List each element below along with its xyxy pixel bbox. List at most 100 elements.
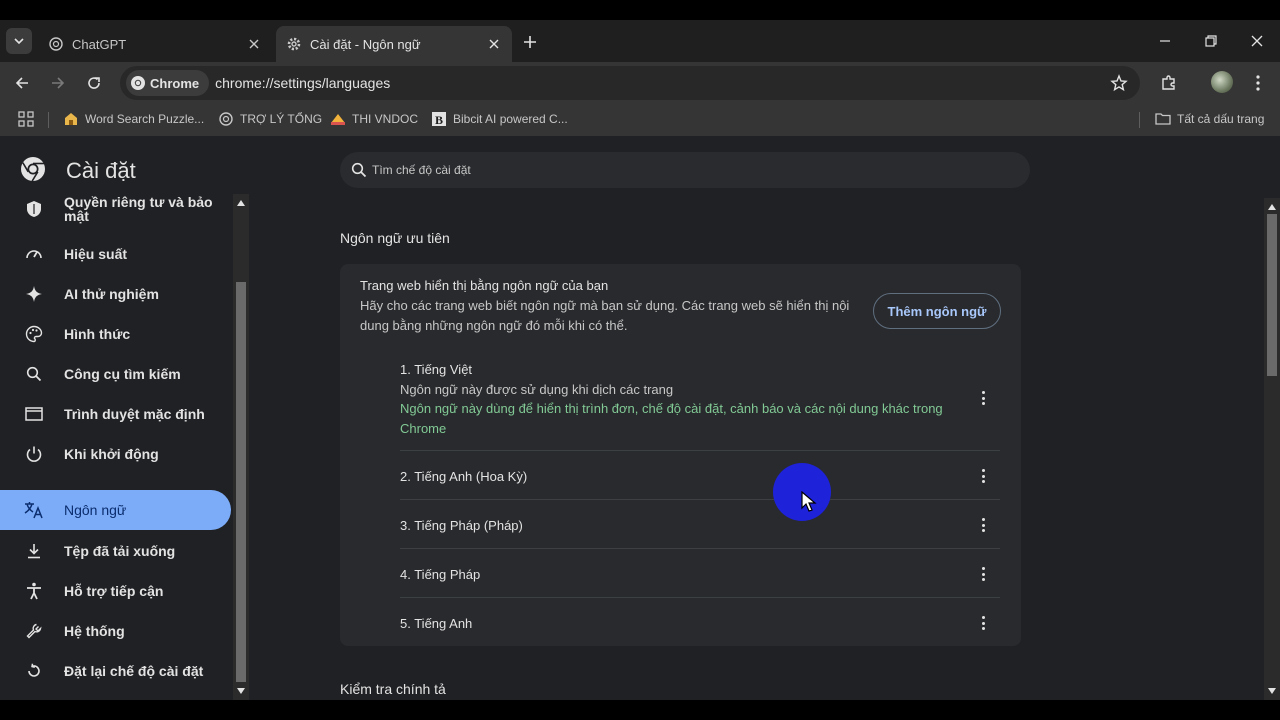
sidebar-item-label: Trình duyệt mặc định <box>64 406 205 422</box>
close-window-button[interactable] <box>1242 28 1272 54</box>
language-name: 2. Tiếng Anh (Hoa Kỳ) <box>400 469 528 484</box>
menu-button[interactable] <box>1246 71 1270 95</box>
settings-sidebar: Quyền riêng tư và bảo mật Hiệu suất AI t… <box>0 194 250 700</box>
page-scrollbar[interactable] <box>1264 198 1280 700</box>
sidebar-item-label: Hệ thống <box>64 623 125 639</box>
sidebar-item-default-browser[interactable]: Trình duyệt mặc định <box>0 394 231 434</box>
scrollbar-thumb[interactable] <box>236 282 246 682</box>
bookmark-tro-ly-tong[interactable]: TRỢ LÝ TỔNG <box>218 111 322 127</box>
search-icon <box>24 364 44 384</box>
chrome-icon <box>130 75 146 91</box>
profile-avatar[interactable] <box>1211 71 1233 93</box>
back-button[interactable] <box>10 71 34 95</box>
sidebar-item-label: Khi khởi động <box>64 446 159 462</box>
arrow-right-icon <box>52 77 65 89</box>
scroll-down-arrow-icon[interactable] <box>236 686 246 696</box>
bookmark-star-icon[interactable] <box>1110 74 1128 92</box>
sidebar-item-search-engine[interactable]: Công cụ tìm kiếm <box>0 354 231 394</box>
minimize-button[interactable] <box>1150 28 1180 54</box>
all-bookmarks-button[interactable]: Tất cả dấu trang <box>1155 111 1264 127</box>
scroll-up-arrow-icon[interactable] <box>236 198 246 208</box>
bookmark-word-search[interactable]: Word Search Puzzle... <box>63 111 204 127</box>
search-icon <box>350 161 368 179</box>
restore-button[interactable] <box>1196 28 1226 54</box>
settings-search-input[interactable]: Tìm chế độ cài đặt <box>340 152 1030 188</box>
bookmarks-divider <box>1139 112 1140 128</box>
language-name: 5. Tiếng Anh <box>400 616 473 631</box>
language-more-actions-icon[interactable] <box>978 614 988 632</box>
bookmark-label: THI VNDOC <box>352 112 418 126</box>
sidebar-item-downloads[interactable]: Tệp đã tải xuống <box>0 531 231 571</box>
puzzle-piece-icon <box>1162 75 1175 90</box>
sidebar-item-privacy[interactable]: Quyền riêng tư và bảo mật <box>0 194 231 229</box>
preferred-languages-title: Ngôn ngữ ưu tiên <box>340 230 450 246</box>
apps-button[interactable] <box>18 111 34 127</box>
address-bar[interactable]: Chrome chrome://settings/languages <box>120 66 1140 100</box>
scrollbar-thumb[interactable] <box>1267 214 1277 376</box>
language-more-actions-icon[interactable] <box>978 516 988 534</box>
language-ui-note: Ngôn ngữ này dùng để hiển thị trình đơn,… <box>400 401 943 436</box>
sidebar-item-system[interactable]: Hệ thống <box>0 611 231 651</box>
bookmark-label: Word Search Puzzle... <box>85 112 205 126</box>
tab-search-button[interactable] <box>6 28 32 54</box>
language-name: 1. Tiếng Việt <box>400 362 473 377</box>
sidebar-item-label: Hiệu suất <box>64 246 128 262</box>
scroll-down-arrow-icon[interactable] <box>1267 686 1277 696</box>
forward-button[interactable] <box>46 71 70 95</box>
tab-strip: ChatGPT Cài đặt - Ngôn ngữ <box>0 20 1280 62</box>
sidebar-item-appearance[interactable]: Hình thức <box>0 314 231 354</box>
spell-check-title: Kiểm tra chính tả <box>340 681 446 697</box>
close-icon[interactable] <box>486 36 502 52</box>
arrow-left-icon <box>15 77 28 89</box>
tab-chatgpt[interactable]: ChatGPT <box>38 26 272 62</box>
mouse-pointer-icon <box>801 491 817 512</box>
extensions-button[interactable] <box>1157 71 1181 95</box>
plus-icon <box>524 36 536 48</box>
sidebar-item-label: Quyền riêng tư và bảo mật <box>64 194 213 224</box>
minimize-icon <box>1160 40 1170 42</box>
languages-card: Trang web hiển thị bằng ngôn ngữ của bạn… <box>340 264 1021 646</box>
tab-title: Cài đặt - Ngôn ngữ <box>310 36 421 52</box>
sidebar-item-startup[interactable]: Khi khởi động <box>0 434 231 474</box>
new-tab-button[interactable] <box>518 30 542 54</box>
sidebar-item-label: Công cụ tìm kiếm <box>64 366 181 382</box>
bookmark-label: Bibcit AI powered C... <box>453 112 568 126</box>
sidebar-item-label: Đặt lại chế độ cài đặt <box>64 663 204 679</box>
sidebar-item-languages[interactable]: Ngôn ngữ <box>0 490 231 530</box>
scroll-up-arrow-icon[interactable] <box>1267 202 1277 212</box>
puzzle-icon <box>63 111 79 127</box>
sidebar-item-reset[interactable]: Đặt lại chế độ cài đặt <box>0 651 231 691</box>
settings-title: Cài đặt <box>66 158 136 183</box>
tab-settings[interactable]: Cài đặt - Ngôn ngữ <box>276 26 512 62</box>
sidebar-item-label: Hỗ trợ tiếp cận <box>64 583 164 599</box>
bibcit-icon: B <box>431 111 447 127</box>
settings-page: Cài đặt Tìm chế độ cài đặt Quyền riêng t… <box>0 136 1280 700</box>
sparkle-icon <box>24 284 44 304</box>
hat-icon <box>330 111 346 127</box>
language-more-actions-icon[interactable] <box>978 467 988 485</box>
language-more-actions-icon[interactable] <box>978 565 988 583</box>
browser-window-icon <box>24 404 44 424</box>
sidebar-item-performance[interactable]: Hiệu suất <box>0 234 231 274</box>
reload-button[interactable] <box>82 71 106 95</box>
language-row: 4. Tiếng Pháp <box>400 549 1000 598</box>
reload-icon <box>88 77 100 89</box>
add-language-button[interactable]: Thêm ngôn ngữ <box>873 293 1001 329</box>
wrench-icon <box>24 621 44 641</box>
tab-title: ChatGPT <box>72 36 127 52</box>
sidebar-item-accessibility[interactable]: Hỗ trợ tiếp cận <box>0 571 231 611</box>
bookmark-thi-vndoc[interactable]: THI VNDOC <box>330 111 418 127</box>
language-name: 4. Tiếng Pháp <box>400 567 481 582</box>
palette-icon <box>24 324 44 344</box>
card-title: Trang web hiển thị bằng ngôn ngữ của bạn <box>360 278 609 293</box>
bookmark-bibcit[interactable]: B Bibcit AI powered C... <box>431 111 568 127</box>
close-icon[interactable] <box>246 36 262 52</box>
language-more-actions-icon[interactable] <box>978 389 988 407</box>
sidebar-item-ai[interactable]: AI thử nghiệm <box>0 274 231 314</box>
sidebar-scrollbar[interactable] <box>233 194 249 700</box>
close-icon <box>1251 35 1263 47</box>
language-name: 3. Tiếng Pháp (Pháp) <box>400 518 523 533</box>
site-info-chip[interactable]: Chrome <box>126 70 210 96</box>
sidebar-item-label: AI thử nghiệm <box>64 286 159 302</box>
search-placeholder: Tìm chế độ cài đặt <box>372 163 471 177</box>
